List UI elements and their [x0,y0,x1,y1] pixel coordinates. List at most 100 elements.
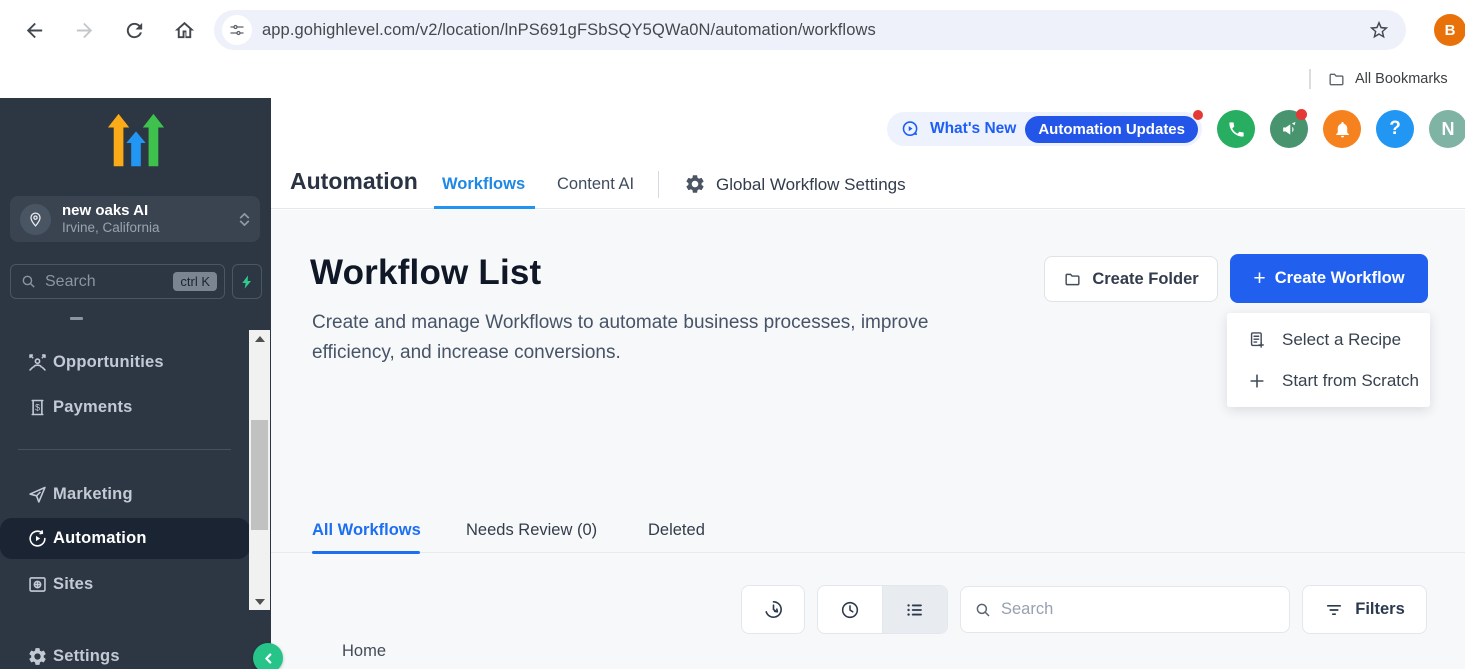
scrollbar-up-arrow[interactable] [249,330,270,347]
create-workflow-label: Create Workflow [1275,269,1405,288]
chevron-left-icon [260,650,277,667]
create-workflow-button[interactable]: + Create Workflow [1230,254,1428,303]
sidebar-search-input[interactable] [45,273,173,291]
workflow-search[interactable] [960,586,1290,633]
lightning-bolt-icon [239,274,255,290]
automation-updates-badge[interactable]: Automation Updates [1025,116,1198,143]
bookmark-star-icon[interactable] [1362,13,1396,47]
scrollbar-thumb[interactable] [251,420,268,530]
account-location: Irvine, California [62,220,239,236]
menu-item-start-from-scratch[interactable]: Start from Scratch [1227,360,1430,401]
recipe-icon [1247,330,1267,350]
phone-button[interactable] [1217,110,1255,148]
back-icon[interactable] [14,10,54,50]
menu-item-label: Start from Scratch [1282,371,1419,391]
sidebar-item-sites[interactable]: Sites [0,566,250,602]
page-section-title: Automation [290,168,418,195]
tab-workflows[interactable]: Workflows [442,175,525,194]
announcements-button[interactable] [1270,110,1308,148]
clock-icon [839,599,861,621]
bookmarks-bar: All Bookmarks [0,60,1465,98]
automation-header: Automation Workflows Content AI Global W… [271,160,1465,209]
execution-logs-button[interactable] [741,585,805,634]
recent-view-button[interactable] [818,586,882,633]
bell-icon [1333,120,1352,139]
gear-icon [27,646,48,667]
browser-toolbar: app.gohighlevel.com/v2/location/lnPS691g… [0,0,1465,60]
sidebar-item-label: Payments [53,398,133,417]
marketing-icon [27,484,48,505]
notifications-button[interactable] [1323,110,1361,148]
keyboard-shortcut-badge: ctrl K [173,272,217,291]
tab-content-ai[interactable]: Content AI [557,175,634,194]
notification-dot [1296,109,1307,120]
quick-actions-button[interactable] [232,264,262,299]
plus-icon: + [1253,268,1265,289]
workflow-search-input[interactable] [1001,600,1276,619]
main-content: What's New Automation Updates ? N Aut [271,98,1465,669]
tab-deleted[interactable]: Deleted [648,521,705,540]
tab-needs-review[interactable]: Needs Review (0) [466,521,597,540]
home-icon[interactable] [164,10,204,50]
search-icon [20,273,37,290]
plus-icon [1247,371,1267,391]
global-workflow-settings-link[interactable]: Global Workflow Settings [716,175,906,195]
sidebar-item-automation[interactable]: Automation [0,518,250,559]
sidebar-item-label: Opportunities [53,353,164,372]
user-avatar[interactable]: N [1429,110,1465,148]
gohighlevel-logo [104,110,168,172]
sidebar-item-opportunities[interactable]: Opportunities [0,344,250,380]
sidebar-item-label: Automation [53,529,147,548]
location-pin-icon [20,204,51,235]
list-view-button[interactable] [882,586,947,633]
global-settings-gear-icon[interactable] [684,173,706,195]
whats-new-button[interactable]: What's New Automation Updates [887,112,1202,146]
reload-icon[interactable] [114,10,154,50]
filters-label: Filters [1355,600,1405,619]
all-bookmarks-label[interactable]: All Bookmarks [1355,71,1465,87]
browser-profile-avatar[interactable]: B [1434,14,1465,46]
create-folder-button[interactable]: Create Folder [1044,256,1218,302]
view-toggle [817,585,948,634]
sidebar-collapse-button[interactable] [253,643,283,669]
url-text[interactable]: app.gohighlevel.com/v2/location/lnPS691g… [262,21,1352,40]
page-subtitle: Create and manage Workflows to automate … [312,308,1012,368]
forward-icon[interactable] [64,10,104,50]
partial-menu-item [70,317,83,320]
whats-new-label: What's New [930,120,1016,138]
sidebar: new oaks AI Irvine, California ctrl K [0,98,271,669]
folder-icon [1063,270,1082,289]
filters-button[interactable]: Filters [1302,585,1427,634]
menu-item-select-recipe[interactable]: Select a Recipe [1227,319,1430,360]
sites-icon [27,574,48,595]
address-bar[interactable]: app.gohighlevel.com/v2/location/lnPS691g… [214,10,1406,50]
header-divider [658,171,659,198]
tab-all-workflows[interactable]: All Workflows [312,521,421,540]
megaphone-icon [1280,120,1299,139]
search-icon [974,601,992,619]
automation-icon [27,528,48,549]
whats-new-icon [900,119,921,140]
active-tab-underline [434,206,535,209]
sidebar-search[interactable]: ctrl K [10,264,225,299]
sidebar-scrollbar[interactable] [249,330,270,610]
create-workflow-dropdown: Select a Recipe Start from Scratch [1227,313,1430,407]
site-settings-icon[interactable] [222,15,252,45]
sidebar-item-label: Settings [53,647,120,666]
scrollbar-down-arrow[interactable] [249,593,270,610]
gohighlevel-app-window: app.gohighlevel.com/v2/location/lnPS691g… [0,0,1465,669]
sidebar-item-marketing[interactable]: Marketing [0,476,250,512]
sidebar-item-settings[interactable]: Settings [0,638,250,669]
sidebar-item-label: Marketing [53,485,133,504]
sidebar-divider [18,449,231,450]
avatar-initial: N [1442,119,1455,140]
workflow-list-section: Workflow List Create and manage Workflow… [271,210,1465,669]
payments-icon: $ [27,397,48,418]
sidebar-item-payments[interactable]: $ Payments [0,389,250,425]
help-button[interactable]: ? [1376,110,1414,148]
help-label: ? [1389,118,1401,140]
account-switcher[interactable]: new oaks AI Irvine, California [10,196,260,242]
list-icon [904,599,926,621]
breadcrumb[interactable]: Home [342,642,386,661]
bookmarks-folder-icon [1327,70,1346,89]
